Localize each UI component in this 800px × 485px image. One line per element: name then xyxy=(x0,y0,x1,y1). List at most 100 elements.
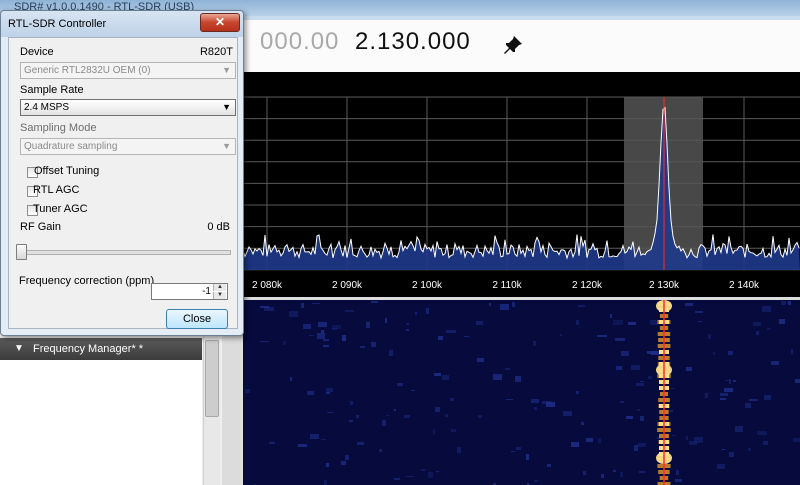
rf-gain-slider-thumb[interactable] xyxy=(16,244,27,260)
waterfall-noise-speck xyxy=(386,415,389,416)
waterfall-noise-speck xyxy=(650,320,658,325)
frequency-correction-input[interactable]: -1 ▲ ▼ xyxy=(151,283,228,300)
waterfall-noise-speck xyxy=(321,439,326,440)
waterfall-noise-speck xyxy=(500,304,509,310)
waterfall-noise-speck xyxy=(793,438,800,442)
waterfall-noise-speck xyxy=(457,447,461,453)
scrollbar-thumb[interactable] xyxy=(205,340,219,417)
frequency-axis-label: 2 100k xyxy=(412,280,443,291)
waterfall-noise-speck xyxy=(290,377,292,381)
waterfall-noise-speck xyxy=(647,351,657,354)
waterfall-noise-speck xyxy=(477,358,484,362)
waterfall-noise-speck xyxy=(698,321,702,322)
waterfall-noise-speck xyxy=(637,409,640,411)
frequency-axis-label: 2 110k xyxy=(492,280,522,291)
waterfall-noise-speck xyxy=(489,303,491,306)
offset-tuning-label: Offset Tuning xyxy=(34,165,100,177)
waterfall-noise-speck xyxy=(735,426,743,432)
waterfall-display[interactable] xyxy=(243,300,800,485)
waterfall-noise-speck xyxy=(464,336,469,337)
waterfall-noise-speck xyxy=(260,341,269,342)
waterfall-noise-speck xyxy=(628,322,636,325)
waterfall-noise-speck xyxy=(560,334,562,336)
chevron-down-icon: ▼ xyxy=(222,102,231,112)
waterfall-noise-speck xyxy=(433,429,435,434)
waterfall-noise-speck xyxy=(342,335,346,341)
waterfall-noise-speck xyxy=(341,461,346,465)
sampling-mode-select[interactable]: Quadrature sampling ▼ xyxy=(20,138,236,155)
frequency-axis-label: 2 130k xyxy=(649,280,680,291)
waterfall-noise-speck xyxy=(515,376,521,382)
waterfall-noise-speck xyxy=(729,379,731,384)
waterfall-noise-speck xyxy=(576,320,579,325)
frequency-manager-header[interactable]: ▼ Frequency Manager* * xyxy=(0,338,202,360)
waterfall-noise-speck xyxy=(578,305,585,307)
waterfall-noise-speck xyxy=(728,351,733,355)
waterfall-noise-speck xyxy=(638,443,646,447)
waterfall-noise-speck xyxy=(349,420,353,422)
waterfall-noise-speck xyxy=(406,329,409,331)
waterfall-noise-speck xyxy=(428,472,433,478)
spin-up-icon[interactable]: ▲ xyxy=(213,284,226,291)
waterfall-noise-speck xyxy=(788,301,791,305)
waterfall-noise-speck xyxy=(406,323,409,325)
close-button[interactable]: Close xyxy=(166,309,228,329)
waterfall-noise-speck xyxy=(478,415,482,418)
waterfall-noise-speck xyxy=(436,471,439,472)
waterfall-noise-speck xyxy=(583,471,586,475)
waterfall-noise-speck xyxy=(438,336,443,340)
pin-icon[interactable] xyxy=(503,35,523,55)
waterfall-noise-speck xyxy=(301,303,304,308)
waterfall-noise-speck xyxy=(450,398,454,401)
waterfall-noise-speck xyxy=(547,464,551,467)
waterfall-noise-speck xyxy=(694,437,703,443)
waterfall-noise-speck xyxy=(695,311,703,313)
waterfall-noise-speck xyxy=(317,333,325,339)
waterfall-noise-speck xyxy=(749,399,758,401)
frequency-manager-label: Frequency Manager* * xyxy=(33,343,144,355)
waterfall-noise-speck xyxy=(686,436,688,440)
frequency-digits[interactable]: 2.130.000 xyxy=(355,28,471,56)
waterfall-noise-speck xyxy=(620,401,624,403)
frequency-digits-dim[interactable]: 000.00 xyxy=(260,28,339,56)
waterfall-noise-speck xyxy=(771,361,779,365)
waterfall-noise-speck xyxy=(385,318,387,323)
waterfall-noise-speck xyxy=(586,438,593,442)
rf-gain-slider-track[interactable] xyxy=(17,250,231,255)
waterfall-noise-speck xyxy=(397,383,403,386)
waterfall-noise-speck xyxy=(531,399,539,403)
waterfall-noise-speck xyxy=(756,331,759,335)
waterfall-noise-speck xyxy=(476,321,483,325)
chevron-down-icon: ▼ xyxy=(222,141,231,151)
waterfall-noise-speck xyxy=(581,422,584,425)
waterfall-noise-speck xyxy=(748,448,751,451)
rtl-sdr-controller-dialog: RTL-SDR Controller ✕ Device R820T Generi… xyxy=(0,10,244,336)
spin-down-icon[interactable]: ▼ xyxy=(213,292,226,299)
waterfall-noise-speck xyxy=(725,380,730,381)
waterfall-noise-speck xyxy=(675,479,682,482)
waterfall-noise-speck xyxy=(526,454,529,460)
sample-rate-select[interactable]: 2.4 MSPS ▼ xyxy=(20,99,236,116)
waterfall-noise-speck xyxy=(636,383,644,386)
collapse-arrow-icon[interactable]: ▼ xyxy=(14,343,24,354)
waterfall-noise-speck xyxy=(720,393,728,396)
waterfall-noise-speck xyxy=(648,376,652,379)
waterfall-noise-speck xyxy=(379,449,382,452)
tuner-agc-label: Tuner AGC xyxy=(33,203,88,215)
dialog-titlebar[interactable]: RTL-SDR Controller ✕ xyxy=(1,11,243,37)
waterfall-noise-speck xyxy=(669,388,675,389)
waterfall-noise-speck xyxy=(404,415,410,418)
waterfall-noise-speck xyxy=(357,442,364,445)
frequency-correction-label: Frequency correction (ppm) xyxy=(19,275,155,287)
waterfall-noise-speck xyxy=(493,374,502,380)
device-select[interactable]: Generic RTL2832U OEM (0) ▼ xyxy=(20,62,236,79)
waterfall-noise-speck xyxy=(621,351,629,356)
waterfall-noise-speck xyxy=(283,341,286,345)
waterfall-noise-speck xyxy=(686,367,692,371)
waterfall-noise-speck xyxy=(371,301,378,303)
close-icon[interactable]: ✕ xyxy=(200,13,240,32)
spectrum-analyzer[interactable]: 2 080k 2 090k 2 100k 2 110k 2 120k 2 130k 2 14… xyxy=(243,72,800,297)
waterfall-noise-speck xyxy=(506,399,513,400)
waterfall-noise-speck xyxy=(717,464,725,469)
dialog-title: RTL-SDR Controller xyxy=(8,18,107,30)
